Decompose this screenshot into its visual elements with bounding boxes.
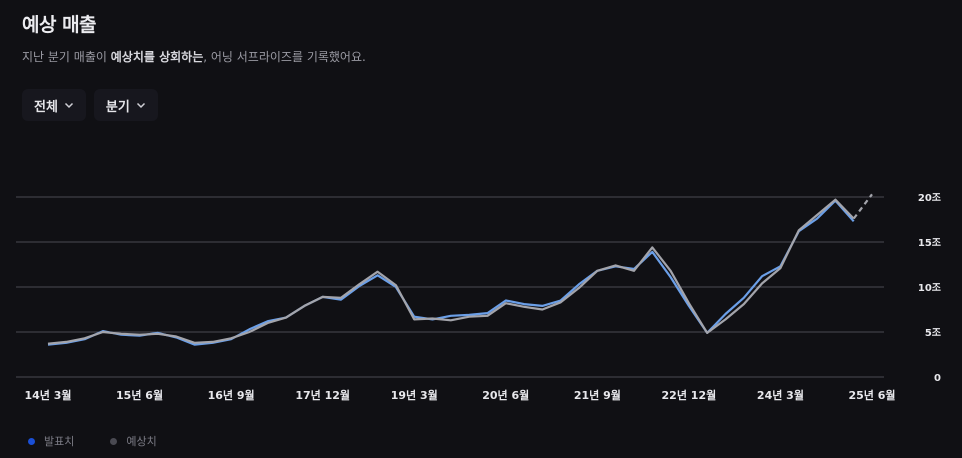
x-tick-label: 24년 3월 (757, 388, 804, 402)
series-line-estimate (47, 198, 855, 345)
legend-item-actual[interactable]: 발표치 (28, 433, 74, 449)
x-tick-label: 15년 6월 (116, 388, 163, 402)
x-tick-label: 17년 12월 (295, 388, 350, 402)
x-tick-label: 25년 6월 (848, 388, 895, 402)
page-title: 예상 매출 (22, 14, 97, 36)
series-line-estimate-forecast (852, 193, 873, 220)
chevron-down-icon (64, 102, 73, 109)
page-subtitle: 지난 분기 매출이 예상치를 상회하는, 어닝 서프라이즈를 기록했어요. (22, 48, 366, 65)
x-tick-label: 22년 12월 (662, 388, 717, 402)
filter-period-dropdown[interactable]: 분기 (93, 89, 158, 121)
x-tick-label: 16년 9월 (208, 388, 255, 402)
legend-actual-label: 발표치 (44, 435, 75, 448)
subtitle-highlight: 예상치를 상회하는 (110, 50, 204, 64)
filter-period-label: 분기 (105, 99, 130, 115)
x-tick-label: 19년 3월 (391, 388, 438, 402)
legend-estimate-swatch (110, 437, 118, 445)
series-line-actual (47, 199, 855, 346)
filter-scope-dropdown[interactable]: 전체 (22, 89, 86, 121)
subtitle-pre: 지난 분기 매출이 (22, 50, 111, 64)
x-tick-label: 14년 3월 (24, 388, 71, 402)
legend-item-estimate[interactable]: 예상치 (110, 433, 157, 449)
legend-actual-swatch (28, 437, 35, 445)
y-tick-label: 5조 (925, 327, 941, 339)
chevron-down-icon (136, 102, 145, 109)
filter-bar: 전체 분기 (22, 89, 158, 121)
subtitle-post: , 어닝 서프라이즈를 기록했어요. (203, 50, 366, 64)
revenue-chart: 20조 15조 10조 5조 0 14년 3월 15년 6월 16년 9월 17년 12월 19년… (16, 192, 941, 402)
y-tick-label: 10조 (918, 282, 941, 294)
filter-scope-label: 전체 (34, 99, 58, 115)
chart-legend: 발표치 예상치 (28, 433, 157, 449)
x-tick-label: 21년 9월 (574, 388, 621, 402)
legend-estimate-label: 예상치 (126, 435, 157, 448)
y-tick-label: 0 (934, 373, 941, 384)
y-tick-label: 15조 (918, 237, 941, 249)
x-tick-label: 20년 6월 (482, 388, 529, 402)
y-tick-label: 20조 (918, 192, 941, 204)
